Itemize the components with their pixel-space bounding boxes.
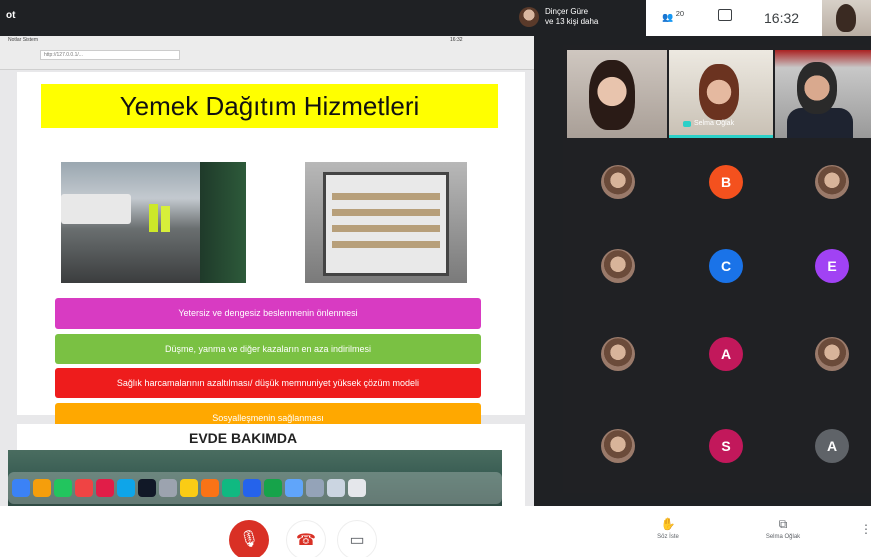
participant-name: Selma Oğlak xyxy=(694,120,735,127)
mac-dock xyxy=(8,450,502,506)
presenter-others: ve 13 kişi daha xyxy=(545,17,599,26)
dock-shelf xyxy=(8,472,502,504)
slide-bar-2: Düşme, yanma ve diğer kazaların en aza i… xyxy=(55,334,481,364)
bottom-controls: 🎙 ☎ ▭ ✋ Söz İste ⧉ Selma Oğlak ⋮ xyxy=(0,506,871,557)
participant-video-1[interactable] xyxy=(567,50,667,138)
next-slide-heading: EVDE BAKIMDA xyxy=(189,430,298,446)
dock-app-icon xyxy=(75,479,93,497)
app-label: ot xyxy=(6,10,16,21)
speaking-icon xyxy=(683,120,691,127)
present-icon: ⧉ xyxy=(778,517,788,531)
presenter-name: Dinçer Güre xyxy=(545,7,589,16)
slide-bar-1: Yetersiz ve dengesiz beslenmenin önlenme… xyxy=(55,298,481,329)
dock-app-icon xyxy=(201,479,219,497)
participant-avatar[interactable] xyxy=(601,429,635,463)
browser-menu: Notlar Sistem xyxy=(8,37,39,43)
participant-video-2[interactable]: Selma Oğlak xyxy=(669,50,773,138)
dock-app-icon xyxy=(138,479,156,497)
people-count: 20 xyxy=(675,9,685,18)
clock: 16:32 xyxy=(764,10,800,26)
dock-app-icon xyxy=(159,479,177,497)
participant-avatar[interactable] xyxy=(601,249,635,283)
dock-app-icon xyxy=(243,479,261,497)
participant-avatar[interactable]: C xyxy=(709,249,743,283)
dock-app-icon xyxy=(33,479,51,497)
presenter-avatar xyxy=(519,7,539,27)
shared-screen: Notlar Sistem http://127.0.0.1/... 16:32… xyxy=(0,36,534,506)
dock-app-icon xyxy=(285,479,303,497)
participant-avatar[interactable]: A xyxy=(815,429,849,463)
participant-video-3[interactable] xyxy=(775,50,871,138)
presenting-button[interactable]: ⧉ Selma Oğlak xyxy=(753,516,813,540)
slide-bar-3: Sağlık harcamalarının azaltılması/ düşük… xyxy=(55,368,481,398)
slide-title: Yemek Dağıtım Hizmetleri xyxy=(41,84,498,128)
dock-app-icon xyxy=(222,479,240,497)
mic-off-icon[interactable]: 🎙 xyxy=(229,520,269,557)
hang-up-icon[interactable]: ☎ xyxy=(286,520,326,557)
participant-avatar[interactable] xyxy=(815,337,849,371)
dock-app-icon xyxy=(306,479,324,497)
participant-avatar[interactable]: B xyxy=(709,165,743,199)
dock-app-icon xyxy=(12,479,30,497)
people-icon: 👥 xyxy=(662,12,674,22)
participant-avatar[interactable]: E xyxy=(815,249,849,283)
camera-icon[interactable]: ▭ xyxy=(337,520,377,557)
presenter-info[interactable]: Dinçer Güre ve 13 kişi daha xyxy=(519,2,598,32)
raise-hand-button[interactable]: ✋ Söz İste xyxy=(648,516,688,540)
participant-avatar[interactable]: S xyxy=(709,429,743,463)
dock-app-icon xyxy=(264,479,282,497)
dock-app-icon xyxy=(327,479,345,497)
participant-avatar[interactable] xyxy=(815,165,849,199)
dock-app-icon xyxy=(348,479,366,497)
participant-avatar[interactable] xyxy=(601,337,635,371)
slide-photo-delivery xyxy=(61,162,246,283)
browser-toolbar: Notlar Sistem http://127.0.0.1/... 16:32 xyxy=(0,36,534,70)
dock-app-icon xyxy=(180,479,198,497)
dock-app-icon xyxy=(54,479,72,497)
top-bar: ot Dinçer Güre ve 13 kişi daha 👥 20 16:3… xyxy=(0,0,871,36)
chat-icon[interactable] xyxy=(718,9,732,21)
top-right-controls: 👥 20 16:32 xyxy=(646,0,871,36)
participant-avatar[interactable]: A xyxy=(709,337,743,371)
self-video-thumbnail[interactable] xyxy=(822,0,871,36)
presentation-slide: Yemek Dağıtım Hizmetleri Yetersiz ve den… xyxy=(17,72,525,433)
more-icon[interactable]: ⋮ xyxy=(860,522,871,536)
people-button[interactable]: 👥 20 xyxy=(662,9,684,23)
url-bar: http://127.0.0.1/... xyxy=(40,50,180,60)
participants-panel: Selma Oğlak B C E A S A xyxy=(563,45,871,493)
participant-avatar[interactable] xyxy=(601,165,635,199)
dock-app-icon xyxy=(96,479,114,497)
mini-clock: 16:32 xyxy=(450,37,463,43)
slide-photo-food-cabinet xyxy=(305,162,467,283)
dock-app-icon xyxy=(117,479,135,497)
raise-hand-icon: ✋ xyxy=(660,517,676,531)
